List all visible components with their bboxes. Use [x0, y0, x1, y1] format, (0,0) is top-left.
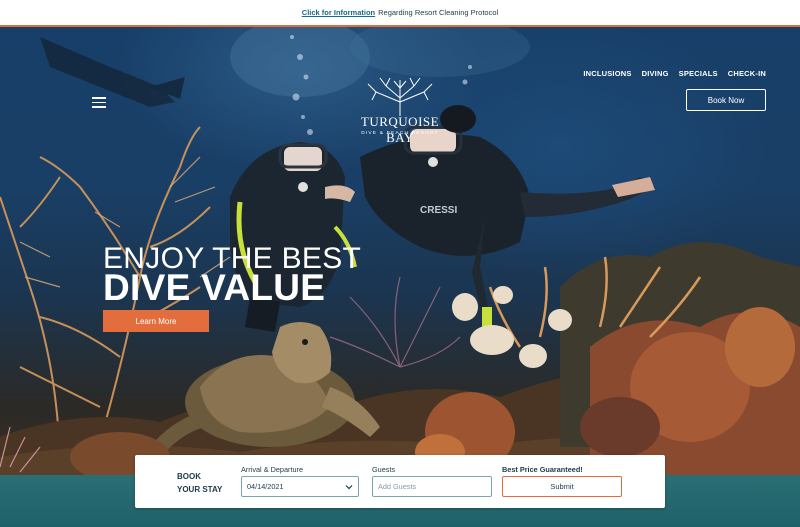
dates-label: Arrival & Departure: [241, 465, 304, 474]
chevron-down-icon: [345, 485, 353, 490]
resort-logo[interactable]: TURQUOISE BAY DIVE & BEACH RESORT: [346, 76, 454, 145]
guests-placeholder: Add Guests: [378, 482, 417, 491]
logo-name: TURQUOISE BAY: [360, 114, 440, 145]
guests-input[interactable]: Add Guests: [372, 476, 492, 497]
booking-widget: BOOK YOUR STAY Arrival & Departure 04/14…: [135, 455, 665, 508]
submit-button[interactable]: Submit: [502, 476, 622, 497]
nav-item-diving[interactable]: DIVING: [642, 69, 669, 78]
book-now-button[interactable]: Book Now: [686, 89, 766, 111]
nav-item-check-in[interactable]: CHECK-IN: [728, 69, 766, 78]
guests-label: Guests: [372, 465, 396, 474]
coral-tree-logo-icon: [367, 77, 433, 116]
dates-value: 04/14/2021: [247, 482, 284, 491]
nav-item-inclusions[interactable]: INCLUSIONS: [583, 69, 631, 78]
hero-section: CRESSI TURQUOISE BAY DIVE & BEACH RESORT…: [0, 27, 800, 475]
hero-headline-line2: DIVE VALUE: [103, 267, 326, 308]
menu-icon[interactable]: [92, 97, 106, 108]
booking-title-line1: BOOK: [177, 472, 201, 481]
announcement-link[interactable]: Click for Information: [302, 8, 375, 17]
svg-text:CRESSI: CRESSI: [420, 205, 457, 216]
booking-title: BOOK YOUR STAY: [177, 470, 222, 496]
announcement-text: Regarding Resort Cleaning Protocol: [378, 8, 499, 17]
price-guarantee-label: Best Price Guaranteed!: [502, 465, 583, 474]
announcement-bar: Click for Information Regarding Resort C…: [0, 0, 800, 27]
nav-item-specials[interactable]: SPECIALS: [679, 69, 718, 78]
main-nav: INCLUSIONS DIVING SPECIALS CHECK-IN: [583, 69, 766, 78]
dates-field[interactable]: 04/14/2021: [241, 476, 359, 497]
learn-more-button[interactable]: Learn More: [103, 310, 209, 332]
logo-tagline: DIVE & BEACH RESORT: [361, 131, 439, 136]
booking-title-line2: YOUR STAY: [177, 485, 223, 494]
